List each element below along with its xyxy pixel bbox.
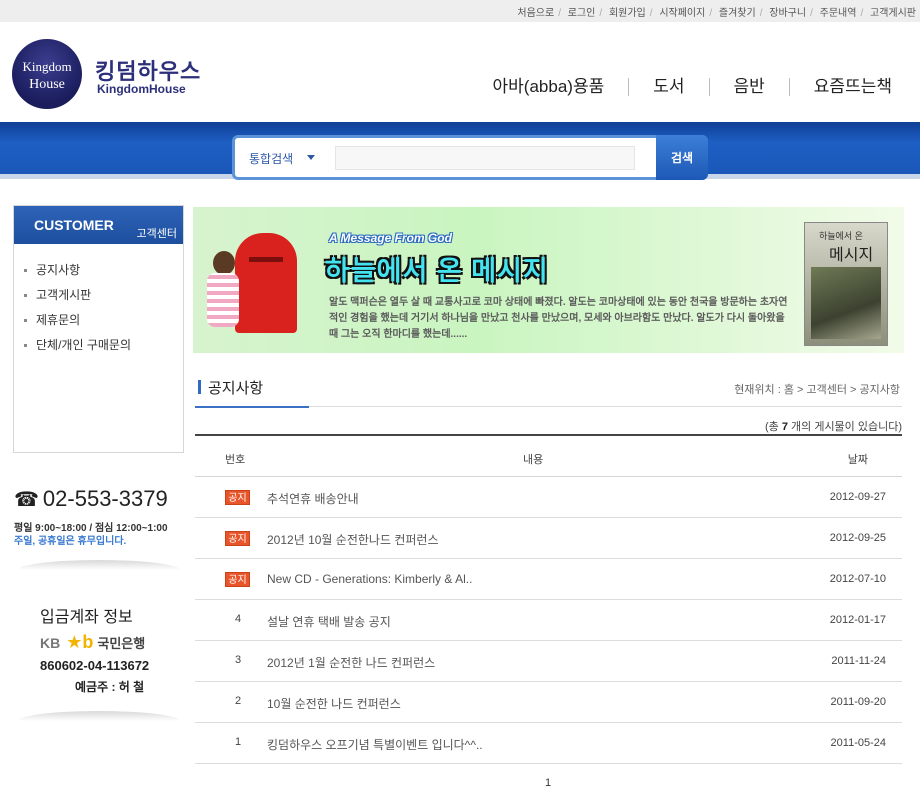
banner-subtitle: A Message From God [329, 231, 452, 245]
book-cover-title: 메시지 [829, 247, 874, 264]
table-row[interactable]: 공지 2012년 10월 순전한나드 컨퍼런스 2012-09-25 [195, 518, 902, 559]
column-header-date: 날짜 [847, 454, 868, 466]
row-subject-link[interactable]: 10월 순전한 나드 컨퍼런스 [267, 695, 401, 712]
search-button[interactable]: 검색 [656, 135, 708, 180]
sidebar-divider [18, 560, 180, 570]
account-number: 860602-04-113672 [40, 658, 150, 673]
chevron-down-icon[interactable] [307, 155, 315, 160]
row-date: 2012-09-27 [829, 491, 886, 503]
title-marker [198, 380, 201, 394]
table-row[interactable]: 공지 New CD - Generations: Kimberly & Al..… [195, 559, 902, 600]
notice-badge: 공지 [225, 490, 250, 505]
row-subject-link[interactable]: 추석연휴 배송안내 [267, 490, 359, 507]
book-cover[interactable]: 하늘에서 온 메시지 [804, 222, 888, 346]
sidebar-item-group-purchase[interactable]: 단체/개인 구매문의 [22, 337, 131, 362]
column-header-subject: 내용 [523, 454, 544, 466]
contact-phone: ☎ 02-553-3379 [14, 486, 168, 512]
top-link-bookmark[interactable]: 즐겨찾기 [719, 8, 756, 19]
logo-emblem-line2: House [29, 77, 65, 92]
promo-banner[interactable]: A Message From God 하늘에서 온 메시지 알도 맥퍼슨은 열두… [193, 207, 904, 353]
table-row[interactable]: 1 킹덤하우스 오프기념 특별이벤트 입니다^^.. 2011-05-24 [195, 723, 902, 764]
row-subject-link[interactable]: 2012년 10월 순전한나드 컨퍼런스 [267, 531, 439, 548]
top-utility-bar: 처음으로 / 로그인 / 회원가입 / 시작페이지 / 즐겨찾기 / 장바구니 / 주문내역… [0, 0, 920, 22]
customer-center-menu: 공지사항 고객게시판 제휴문의 단체/개인 구매문의 [22, 262, 131, 362]
customer-center-box: CUSTOMER 고객센터 공지사항 고객게시판 제휴문의 단체/개인 구매문의 [13, 205, 184, 453]
row-date: 2011-05-24 [830, 737, 886, 749]
table-header: 번호 내용 날짜 [195, 434, 902, 477]
phone-number: 02-553-3379 [42, 486, 168, 511]
top-links: 처음으로 / 로그인 / 회원가입 / 시작페이지 / 즐겨찾기 / 장바구니 / 주문내역… [517, 8, 916, 19]
post-count: (총 7 개의 게시물이 있습니다) [765, 421, 902, 433]
row-subject-link[interactable]: New CD - Generations: Kimberly & Al.. [267, 572, 472, 586]
bank-name: 국민은행 [97, 636, 146, 651]
bank-logo: KB ★b 국민은행 [40, 632, 145, 653]
row-date: 2011-11-24 [831, 655, 886, 667]
phone-icon: ☎ [14, 489, 39, 511]
top-link-orders[interactable]: 주문내역 [820, 8, 857, 19]
row-date: 2011-09-20 [830, 696, 886, 708]
breadcrumb: 현재위치 : 홈 > 고객센터 > 공지사항 [734, 384, 900, 396]
row-subject-link[interactable]: 킹덤하우스 오프기념 특별이벤트 입니다^^.. [267, 736, 483, 753]
top-link-home[interactable]: 처음으로 [517, 8, 554, 19]
sidebar-divider [18, 711, 180, 721]
girl-illustration [205, 251, 241, 333]
nav-abba-goods[interactable]: 아바(abba)용품 [469, 78, 629, 96]
customer-center-title-ko: 고객센터 [136, 228, 177, 240]
account-holder: 예금주 : 허 철 [75, 680, 145, 694]
notice-badge: 공지 [225, 572, 250, 587]
nav-trending-books[interactable]: 요즘뜨는책 [788, 78, 916, 96]
banner-description: 알도 맥퍼슨은 열두 살 때 교통사고로 코마 상태에 빠졌다. 알도는 코마상… [329, 297, 788, 340]
mailbox-illustration [235, 233, 297, 333]
bank-info-title: 입금계좌 정보 [40, 609, 133, 626]
nav-music[interactable]: 음반 [708, 78, 789, 96]
page-title: 공지사항 [208, 380, 264, 397]
row-date: 2012-01-17 [829, 614, 886, 626]
top-link-startpage[interactable]: 시작페이지 [659, 8, 705, 19]
top-link-cart[interactable]: 장바구니 [769, 8, 806, 19]
row-subject-link[interactable]: 2012년 1월 순전한 나드 컨퍼런스 [267, 654, 435, 671]
nav-books[interactable]: 도서 [628, 78, 708, 96]
bank-kb-label: KB [40, 635, 61, 651]
title-divider [309, 406, 902, 407]
column-header-num: 번호 [225, 454, 246, 466]
notice-table: 번호 내용 날짜 공지 추석연휴 배송안내 2012-09-27 공지 2012… [195, 434, 902, 764]
sidebar-item-board[interactable]: 고객게시판 [22, 287, 131, 312]
holiday-notice: 주일, 공휴일은 휴무입니다. [14, 536, 127, 547]
table-row[interactable]: 4 설날 연휴 택배 발송 공지 2012-01-17 [195, 600, 902, 641]
sidebar-item-notice[interactable]: 공지사항 [22, 262, 131, 287]
table-row[interactable]: 2 10월 순전한 나드 컨퍼런스 2011-09-20 [195, 682, 902, 723]
row-date: 2012-09-25 [829, 532, 886, 544]
search-category-select[interactable]: 통합검색 [249, 150, 293, 167]
table-row[interactable]: 공지 추석연휴 배송안내 2012-09-27 [195, 477, 902, 518]
book-cover-image [811, 267, 881, 339]
table-row[interactable]: 3 2012년 1월 순전한 나드 컨퍼런스 2011-11-24 [195, 641, 902, 682]
pagination-page-1[interactable]: 1 [545, 777, 551, 789]
main-nav: 아바(abba)용품 도서 음반 요즘뜨는책 [469, 78, 916, 96]
top-link-join[interactable]: 회원가입 [609, 8, 646, 19]
banner-title: 하늘에서 온 메시지 [325, 256, 549, 286]
logo-text-english[interactable]: KingdomHouse [97, 82, 186, 96]
top-link-board[interactable]: 고객게시판 [870, 8, 916, 19]
search-input[interactable] [335, 146, 635, 170]
top-link-login[interactable]: 로그인 [568, 8, 596, 19]
row-subject-link[interactable]: 설날 연휴 택배 발송 공지 [267, 613, 391, 630]
logo-emblem-line1: Kingdom [22, 59, 72, 74]
kb-star-icon: ★b [66, 632, 94, 652]
customer-center-header: CUSTOMER 고객센터 [14, 206, 183, 244]
customer-center-title-en: CUSTOMER [34, 217, 114, 233]
sidebar-item-partnership[interactable]: 제휴문의 [22, 312, 131, 337]
logo-emblem[interactable]: Kingdom House [12, 39, 82, 109]
title-underline [195, 406, 309, 408]
notice-badge: 공지 [225, 531, 250, 546]
search-bar: 통합검색 검색 [232, 135, 708, 180]
row-date: 2012-07-10 [829, 573, 886, 585]
